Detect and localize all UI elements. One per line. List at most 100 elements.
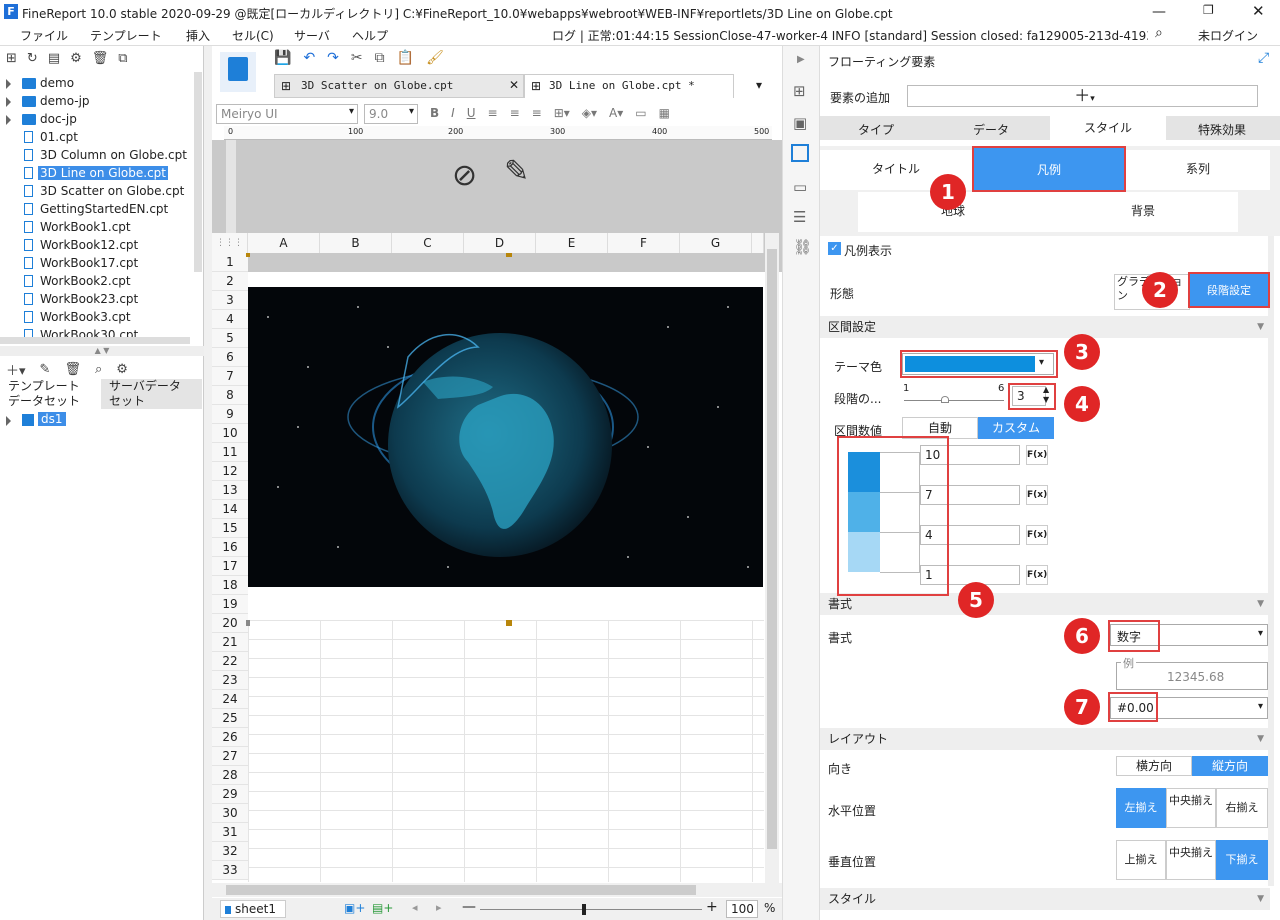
cell-attr-icon[interactable]: ⊞ (793, 82, 806, 100)
row-header[interactable]: 28 (212, 766, 248, 785)
zoom-input[interactable]: 100 (726, 900, 758, 918)
close-icon[interactable]: ✕ (1252, 2, 1265, 20)
row-header[interactable]: 2 (212, 272, 248, 291)
subtab-series[interactable]: 系列 (1126, 150, 1270, 190)
expand-icon[interactable]: ▶ (797, 54, 805, 65)
add-sheet2-icon[interactable]: ▤+ (372, 901, 393, 915)
fill-color-icon[interactable]: ◈▾ (582, 106, 597, 120)
refresh-icon[interactable]: ↻ (27, 51, 38, 66)
delete-icon[interactable]: 🗑 (92, 51, 109, 66)
restore-icon[interactable]: ❐ (1203, 3, 1214, 17)
tree-item[interactable]: WorkBook17.cpt (0, 255, 195, 273)
direction-vertical-button[interactable]: 縦方向 (1192, 756, 1268, 776)
splitter[interactable]: ▲ ▼ (0, 346, 204, 356)
direction-horizontal-button[interactable]: 横方向 (1116, 756, 1192, 776)
row-header[interactable]: 5 (212, 329, 248, 348)
align-right-icon[interactable]: ≡ (532, 106, 542, 120)
redo-icon[interactable]: ↷ (327, 50, 339, 66)
row-header[interactable]: 16 (212, 538, 248, 557)
row-header[interactable]: 21 (212, 633, 248, 652)
save-icon[interactable]: 💾 (274, 50, 291, 66)
zoom-thumb[interactable] (582, 904, 586, 915)
tab-style[interactable]: スタイル (1050, 116, 1166, 140)
tree-item[interactable]: WorkBook3.cpt (0, 309, 195, 327)
menu-file[interactable]: ファイル (20, 27, 68, 44)
row-header[interactable]: 14 (212, 500, 248, 519)
grid-hscrollbar[interactable] (212, 883, 782, 897)
formula-button[interactable]: F(x) (1026, 485, 1048, 505)
edit-icon[interactable]: ✎ (40, 362, 51, 377)
border-icon[interactable]: ⊞▾ (554, 106, 570, 120)
tab-data[interactable]: データ (973, 121, 1009, 138)
merge-icon[interactable]: ▭ (635, 106, 646, 120)
show-legend-checkbox[interactable]: ✓ (828, 242, 841, 255)
hpos-right-button[interactable]: 右揃え (1216, 788, 1268, 828)
column-header[interactable]: E (536, 233, 608, 253)
section-format[interactable]: 書式 ▼ (820, 593, 1270, 615)
font-color-icon[interactable]: A▾ (609, 106, 623, 120)
paste-icon[interactable]: 📋 (397, 50, 414, 66)
row-header[interactable]: 6 (212, 348, 248, 367)
anchor-handle[interactable] (246, 620, 250, 626)
bold-icon[interactable]: B (430, 106, 439, 120)
steps-thumb[interactable] (941, 396, 949, 403)
row-header[interactable]: 29 (212, 785, 248, 804)
italic-icon[interactable]: I (451, 106, 455, 120)
zoom-slider[interactable] (480, 909, 702, 910)
row-header[interactable]: 19 (212, 595, 248, 614)
cell-grid[interactable] (248, 620, 764, 882)
corner-cell[interactable]: ⋮⋮⋮ (212, 233, 248, 253)
row-header[interactable]: 7 (212, 367, 248, 386)
sheet-tab[interactable]: sheet1 (220, 900, 286, 918)
zoom-out-icon[interactable]: — (462, 899, 476, 915)
format-painter-icon[interactable]: 🖌 (426, 50, 444, 66)
collapse-panel-icon[interactable]: ⤢ (1258, 50, 1269, 66)
column-header[interactable]: A (248, 233, 320, 253)
underline-icon[interactable]: U (467, 106, 476, 120)
row-header[interactable]: 10 (212, 424, 248, 443)
row-header[interactable]: 33 (212, 861, 248, 880)
new-file-icon[interactable]: ⊞ (6, 51, 17, 66)
search-icon[interactable]: ⌕ (1155, 25, 1163, 41)
formula-button[interactable]: F(x) (1026, 525, 1048, 545)
menu-server[interactable]: サーバ (294, 27, 330, 44)
panel-scrollbar[interactable] (1268, 236, 1274, 886)
tree-item[interactable]: WorkBook12.cpt (0, 237, 195, 255)
tree-item[interactable]: GettingStartedEN.cpt (0, 201, 195, 219)
widget-icon[interactable]: ▣ (793, 114, 807, 132)
cut-icon[interactable]: ✂ (351, 50, 363, 66)
login-link[interactable]: 未ログイン (1198, 27, 1258, 44)
row-header[interactable]: 8 (212, 386, 248, 405)
add-sheet-icon[interactable]: ▣+ (344, 901, 365, 915)
delete-dataset-icon[interactable]: 🗑 (64, 362, 81, 377)
template-icon[interactable] (220, 52, 256, 92)
tab-line-globe[interactable]: ⊞ 3D Line on Globe.cpt * (524, 74, 734, 98)
next-sheet-icon[interactable]: ▸ (436, 901, 442, 914)
add-icon[interactable]: ＋▾ (6, 360, 26, 379)
tree-item[interactable]: demo (0, 75, 195, 93)
tab-menu-icon[interactable]: ▾ (756, 78, 762, 92)
tree-item[interactable]: 01.cpt (0, 129, 195, 147)
minimize-icon[interactable]: — (1152, 4, 1166, 20)
menu-template[interactable]: テンプレート (90, 27, 162, 44)
formula-button[interactable]: F(x) (1026, 445, 1048, 465)
dataset-ds1[interactable]: ds1 (38, 412, 66, 426)
tree-item[interactable]: demo-jp (0, 93, 195, 111)
tree-item[interactable]: doc-jp (0, 111, 195, 129)
tree-item[interactable]: WorkBook1.cpt (0, 219, 195, 237)
condition-icon[interactable]: ▭ (793, 178, 807, 196)
tab-template-dataset[interactable]: テンプレート データセット (8, 379, 100, 409)
row-header[interactable]: 23 (212, 671, 248, 690)
tree-item[interactable]: WorkBook23.cpt (0, 291, 195, 309)
row-header[interactable]: 17 (212, 557, 248, 576)
section-layout[interactable]: レイアウト ▼ (820, 728, 1270, 750)
dataset-settings-icon[interactable]: ⚙ (116, 362, 128, 377)
anchor-handle[interactable] (506, 253, 512, 257)
tree-item-selected[interactable]: 3D Line on Globe.cpt (0, 165, 195, 183)
row-header[interactable]: 30 (212, 804, 248, 823)
tab-scatter[interactable]: ⊞ 3D Scatter on Globe.cpt ✕ (274, 74, 524, 98)
formula-button[interactable]: F(x) (1026, 565, 1048, 585)
vpos-bottom-button[interactable]: 下揃え (1216, 840, 1268, 880)
form-icon[interactable]: ☰ (793, 208, 806, 226)
menu-help[interactable]: ヘルプ (352, 27, 388, 44)
